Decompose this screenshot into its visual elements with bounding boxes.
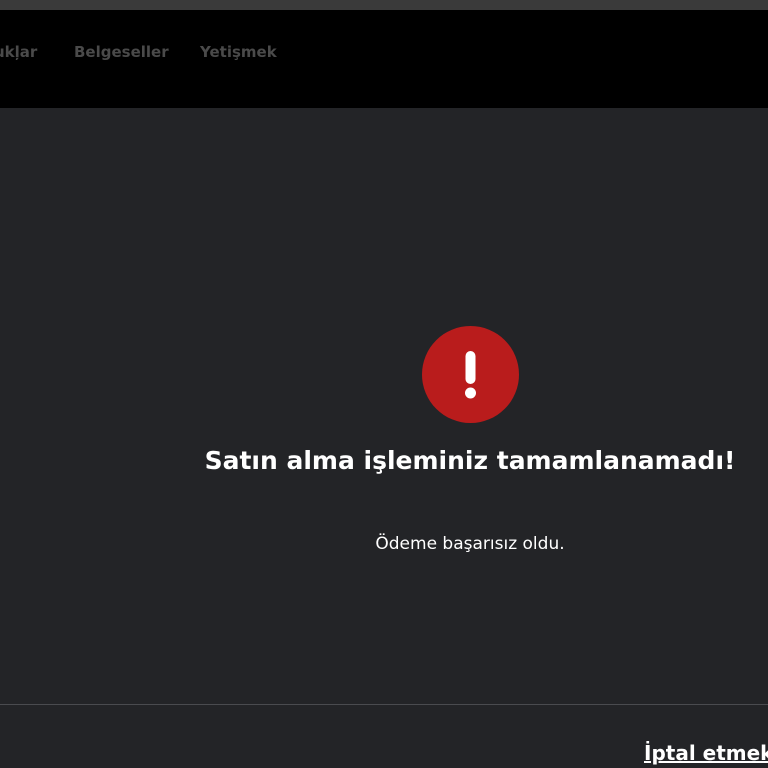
nav-item-belgeseller[interactable]: Belgeseller (74, 43, 169, 61)
nav-item-yetiskin[interactable]: Yetişmek (200, 43, 277, 61)
cancel-link[interactable]: İptal etmek (644, 741, 768, 765)
footer-bar: İptal etmek (0, 705, 768, 768)
top-navigation-bar: ukļar Belgeseller Yetişmek (0, 10, 768, 108)
payment-result-panel: Satın alma işleminiz tamamlanamadı! Ödem… (0, 108, 768, 704)
error-message: Ödeme başarısız oldu. (375, 534, 565, 554)
exclamation-icon (422, 326, 519, 423)
error-title: Satın alma işleminiz tamamlanamadı! (204, 446, 736, 475)
nav-item-cocuklar[interactable]: ukļar (0, 43, 37, 61)
browser-top-strip (0, 0, 768, 10)
